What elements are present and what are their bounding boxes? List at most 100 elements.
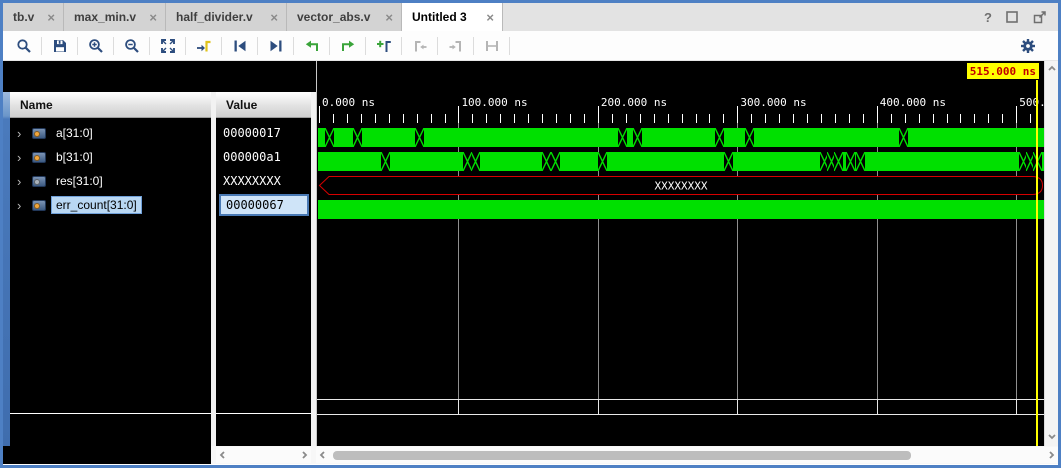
maximize-button[interactable] xyxy=(1004,9,1020,25)
signal-value-editbox[interactable]: 00000067 xyxy=(219,194,309,216)
wave-toolbar xyxy=(3,31,1058,61)
bus-transition xyxy=(745,128,754,147)
bus-transition xyxy=(325,128,334,147)
tab-close-icon[interactable]: × xyxy=(141,10,157,25)
value-column-header[interactable]: Value xyxy=(216,92,311,118)
toolbar-separator xyxy=(329,37,330,55)
undefined-bus-capsule[interactable]: XXXXXXXX xyxy=(318,176,1044,195)
minor-time-tick xyxy=(835,114,836,123)
left-accent-strip xyxy=(3,92,10,446)
tab-close-icon[interactable]: × xyxy=(262,10,278,25)
signal-name-row[interactable]: › err_count[31:0] xyxy=(10,193,211,217)
time-label: 300.000 ns xyxy=(740,96,806,109)
toolbar-separator xyxy=(149,37,150,55)
waveform-hscrollbar[interactable] xyxy=(316,447,1058,463)
scroll-left-icon[interactable] xyxy=(217,449,229,461)
waveform-row-b310[interactable] xyxy=(318,152,1044,171)
minor-time-tick xyxy=(403,114,404,123)
scroll-down-icon[interactable] xyxy=(1046,430,1058,442)
minor-time-tick xyxy=(542,114,543,123)
minor-time-tick xyxy=(486,114,487,123)
toolbar-button-add-marker[interactable] xyxy=(369,34,398,58)
minor-time-tick xyxy=(333,114,334,123)
help-button[interactable]: ? xyxy=(984,10,992,25)
signal-value-cell[interactable]: XXXXXXXX xyxy=(216,169,311,193)
scroll-up-icon[interactable] xyxy=(1046,63,1058,75)
signal-value-cell[interactable]: 000000a1 xyxy=(216,145,311,169)
minor-time-tick xyxy=(682,114,683,123)
minor-time-tick xyxy=(528,114,529,123)
bus-icon xyxy=(32,176,46,187)
tab-bar: tb.v×max_min.v×half_divider.v×vector_abs… xyxy=(3,3,1058,31)
expand-chevron-icon[interactable]: › xyxy=(17,126,32,141)
tab-close-icon[interactable]: × xyxy=(478,10,494,25)
toolbar-button-go-to-cursor[interactable] xyxy=(189,34,218,58)
tab-vector-abs-v[interactable]: vector_abs.v× xyxy=(287,3,402,31)
tab-max-min-v[interactable]: max_min.v× xyxy=(64,3,166,31)
time-label: 200.000 ns xyxy=(601,96,667,109)
signal-value-cell[interactable]: 00000067 xyxy=(216,193,311,217)
toolbar-button-find[interactable] xyxy=(9,34,38,58)
tab-close-icon[interactable]: × xyxy=(377,10,393,25)
signal-name-label: b[31:0] xyxy=(52,149,97,165)
scroll-right-icon[interactable] xyxy=(1045,449,1057,461)
tab-half-divider-v[interactable]: half_divider.v× xyxy=(166,3,287,31)
float-button[interactable] xyxy=(1032,9,1048,25)
signal-value-cell[interactable]: 00000017 xyxy=(216,121,311,145)
toolbar-button-zoom-fit[interactable] xyxy=(153,34,182,58)
toolbar-button-zoom-out[interactable] xyxy=(117,34,146,58)
time-label: 0.000 ns xyxy=(322,96,375,109)
signal-name-row[interactable]: › a[31:0] xyxy=(10,121,211,145)
toolbar-button-previous-transition[interactable] xyxy=(297,34,326,58)
expand-chevron-icon[interactable]: › xyxy=(17,150,32,165)
window-controls: ? xyxy=(984,3,1058,31)
tab-untitled-3[interactable]: Untitled 3× xyxy=(402,3,503,31)
expand-chevron-icon[interactable]: › xyxy=(17,198,32,213)
signal-name-row[interactable]: ›res[31:0] xyxy=(10,169,211,193)
expand-chevron-icon[interactable]: › xyxy=(17,174,32,189)
scroll-right-icon[interactable] xyxy=(298,449,310,461)
signal-value-text: XXXXXXXX xyxy=(223,174,281,188)
value-hscrollbar[interactable] xyxy=(216,447,311,463)
toolbar-button-next-transition[interactable] xyxy=(333,34,362,58)
scroll-left-icon[interactable] xyxy=(317,449,329,461)
minor-time-tick xyxy=(849,114,850,123)
time-label: 100.000 ns xyxy=(461,96,527,109)
minor-time-tick xyxy=(1030,114,1031,123)
minor-time-tick xyxy=(723,114,724,123)
toolbar-button-go-to-time-0[interactable] xyxy=(225,34,254,58)
minor-time-tick xyxy=(696,114,697,123)
minor-time-tick xyxy=(765,114,766,123)
vivado-wave-window: tb.v×max_min.v×half_divider.v×vector_abs… xyxy=(0,0,1061,468)
tab-tb-v[interactable]: tb.v× xyxy=(3,3,64,31)
signal-name-label: a[31:0] xyxy=(52,125,97,141)
name-column-header[interactable]: Name xyxy=(10,92,211,118)
waveform-canvas[interactable]: 0.000 ns100.000 ns200.000 ns300.000 ns40… xyxy=(316,61,1044,446)
toolbar-separator xyxy=(113,37,114,55)
minor-time-tick xyxy=(891,114,892,123)
cursor-line[interactable] xyxy=(1036,80,1038,446)
minor-time-tick xyxy=(556,114,557,123)
toolbar-button-save-wave-config[interactable] xyxy=(45,34,74,58)
toolbar-button-settings[interactable] xyxy=(1013,34,1042,58)
bus-icon xyxy=(32,152,46,163)
signal-name-label: err_count[31:0] xyxy=(52,197,141,213)
bus-icon xyxy=(32,128,46,139)
waveform-row-errcount310[interactable] xyxy=(318,200,1044,219)
minor-time-tick xyxy=(905,114,906,123)
horizontal-scroll-band xyxy=(211,446,1058,464)
minor-time-tick xyxy=(640,114,641,123)
toolbar-button-go-to-last-time[interactable] xyxy=(261,34,290,58)
waveform-row-a310[interactable] xyxy=(318,128,1044,147)
minor-time-tick xyxy=(988,114,989,123)
toolbar-button-zoom-in[interactable] xyxy=(81,34,110,58)
vertical-scrollbar[interactable] xyxy=(1044,61,1058,446)
tab-close-icon[interactable]: × xyxy=(39,10,55,25)
toolbar-separator xyxy=(77,37,78,55)
signal-value-text: 000000a1 xyxy=(223,150,281,164)
major-time-tick xyxy=(598,106,599,123)
minor-time-tick xyxy=(472,114,473,123)
hscroll-thumb[interactable] xyxy=(333,451,911,460)
minor-time-tick xyxy=(431,114,432,123)
signal-name-row[interactable]: › b[31:0] xyxy=(10,145,211,169)
